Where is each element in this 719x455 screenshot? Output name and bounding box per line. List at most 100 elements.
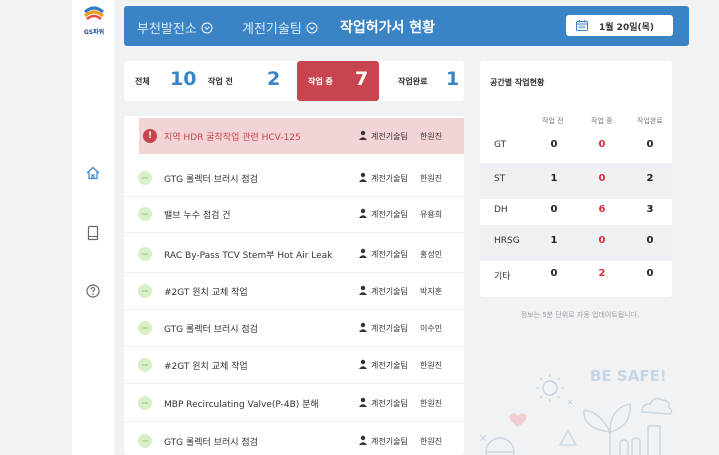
count-before: 1 xyxy=(550,235,558,246)
tab-label: 작업 전 xyxy=(208,77,233,86)
person-icon xyxy=(359,208,367,218)
team-label: 계전기술팀 xyxy=(371,399,408,408)
tab-count: 2 xyxy=(267,68,281,90)
list-item[interactable]: GTG 롤렉터 브러시 점검 계전기술팀 한원진 xyxy=(124,159,464,197)
list-item[interactable]: GTG 롤렉터 브러시 점검 계전기술팀 이수민 xyxy=(124,309,464,347)
count-during: 2 xyxy=(598,268,606,279)
work-title: #2GT 윈치 교체 작업 xyxy=(164,362,248,372)
area-name: GT xyxy=(494,140,507,150)
person-icon xyxy=(359,130,367,140)
tablet-icon[interactable] xyxy=(85,225,101,241)
worker-name: 이수민 xyxy=(420,324,443,333)
person-icon xyxy=(359,172,367,182)
work-status-icon xyxy=(138,207,152,221)
person-icon xyxy=(359,248,367,258)
person-icon xyxy=(359,435,367,445)
area-row-hrsg: HRSG 1 0 0 xyxy=(480,225,672,261)
area-status-panel: 공간별 작업현황 작업 전 작업 중 작업완료 GT 0 0 0 ST 1 0 … xyxy=(480,61,672,297)
area-row-etc: 기타 0 2 0 xyxy=(480,258,672,294)
count-done: 2 xyxy=(646,173,654,184)
team-label: 계전기술팀 xyxy=(371,250,408,259)
count-before: 0 xyxy=(550,268,558,279)
work-status-icon xyxy=(138,434,152,448)
column-header: 작업 전 xyxy=(542,117,564,125)
worker-name: 한원진 xyxy=(420,399,443,408)
team-label: 계전기술팀 xyxy=(371,361,408,370)
worker-name: 한원진 xyxy=(420,361,443,370)
list-item-alert[interactable]: ! 지역 HDR 굴착작업 관련 HCV-125 계전기술팀 한원진 xyxy=(139,118,464,154)
count-during: 0 xyxy=(598,139,606,150)
worker-name: 한원진 xyxy=(420,174,443,183)
count-during: 0 xyxy=(598,235,606,246)
tab-label: 작업완료 xyxy=(398,77,428,86)
home-icon[interactable] xyxy=(85,165,101,181)
header-bar: 부천발전소 계전기술팀 작업허가서 현황 1월 20일(목) xyxy=(124,6,689,46)
person-icon xyxy=(359,359,367,369)
globe-icon xyxy=(485,437,515,455)
work-status-icon xyxy=(138,247,152,261)
worker-name: 유용희 xyxy=(420,210,443,219)
work-title: GTG 롤렉터 브러시 점검 xyxy=(164,175,258,185)
list-item[interactable]: MBP Recirculating Valve(P-4B) 분해 계전기술팀 한… xyxy=(124,384,464,422)
plant-selector[interactable]: 부천발전소 xyxy=(137,18,213,37)
work-permit-list: ! 지역 HDR 굴착작업 관련 HCV-125 계전기술팀 한원진 GTG 롤… xyxy=(124,116,464,455)
heart-icon xyxy=(509,413,527,427)
list-item[interactable]: GTG 롤렉터 브러시 점검 계전기술팀 한원진 xyxy=(124,422,464,455)
sun-icon xyxy=(536,374,564,402)
list-item[interactable]: #2GT 윈치 교체 작업 계전기술팀 박지훈 xyxy=(124,272,464,310)
team-selector[interactable]: 계전기술팀 xyxy=(242,18,318,37)
area-name: HRSG xyxy=(494,236,520,246)
chevron-circle-icon xyxy=(201,22,213,34)
logo: GS파워 xyxy=(80,6,108,36)
tab-count: 10 xyxy=(170,68,197,90)
count-before: 1 xyxy=(550,173,558,184)
tab-label: 작업 중 xyxy=(308,77,333,86)
work-status-icon xyxy=(138,321,152,335)
work-title: MBP Recirculating Valve(P-4B) 분해 xyxy=(164,400,319,410)
team-name: 계전기술팀 xyxy=(242,22,302,37)
list-item[interactable]: #2GT 윈치 교체 작업 계전기술팀 한원진 xyxy=(124,346,464,384)
work-status-icon xyxy=(138,396,152,410)
be-safe-banner: BE SAFE! xyxy=(590,367,667,385)
work-status-icon xyxy=(138,284,152,298)
leaf-icon xyxy=(583,403,631,455)
count-during: 0 xyxy=(598,173,606,184)
worker-name: 한원진 xyxy=(420,437,443,446)
team-label: 계전기술팀 xyxy=(371,132,408,141)
work-title: GTG 롤렉터 브러시 점검 xyxy=(164,438,258,448)
date-picker[interactable]: 1월 20일(목) xyxy=(566,15,673,36)
work-title: GTG 롤렉터 브러시 점검 xyxy=(164,325,258,335)
alert-icon: ! xyxy=(143,129,157,143)
worker-name: 한원진 xyxy=(420,132,443,141)
work-title: 밸브 누수 점검 건 xyxy=(164,211,231,221)
count-during: 6 xyxy=(598,204,606,215)
area-name: ST xyxy=(494,174,506,184)
work-title: 지역 HDR 굴착작업 관련 HCV-125 xyxy=(164,133,301,143)
update-note: 정보는 5분 단위로 자동 업데이트됩니다. xyxy=(520,311,640,319)
date-label: 1월 20일(목) xyxy=(599,23,654,33)
column-header: 작업 중 xyxy=(591,117,613,125)
team-label: 계전기술팀 xyxy=(371,287,408,296)
area-row-gt: GT 0 0 0 xyxy=(480,129,672,165)
area-name: DH xyxy=(494,205,508,215)
worker-name: 박지훈 xyxy=(420,287,443,296)
team-label: 계전기술팀 xyxy=(371,174,408,183)
tab-in-progress[interactable]: 작업 중 7 xyxy=(297,61,379,101)
column-header: 작업완료 xyxy=(637,117,663,125)
tab-before[interactable]: 작업 전 2 xyxy=(208,61,292,101)
logo-mark-icon xyxy=(84,6,104,20)
help-icon[interactable] xyxy=(85,283,101,299)
factory-icon xyxy=(619,425,661,455)
work-title: RAC By-Pass TCV Stem부 Hot Air Leak xyxy=(164,251,333,261)
list-item[interactable]: RAC By-Pass TCV Stem부 Hot Air Leak 계전기술팀… xyxy=(124,235,464,273)
count-done: 3 xyxy=(646,204,654,215)
plant-name: 부천발전소 xyxy=(137,22,197,37)
team-label: 계전기술팀 xyxy=(371,324,408,333)
count-done: 0 xyxy=(646,268,654,279)
tab-all[interactable]: 전체 10 xyxy=(124,61,206,101)
tab-done[interactable]: 작업완료 1 xyxy=(382,61,464,101)
status-tabs: 전체 10 작업 전 2 작업 중 7 작업완료 1 xyxy=(124,61,464,101)
count-before: 0 xyxy=(550,139,558,150)
worker-name: 홍성민 xyxy=(420,250,443,259)
list-item[interactable]: 밸브 누수 점검 건 계전기술팀 유용희 xyxy=(124,195,464,233)
